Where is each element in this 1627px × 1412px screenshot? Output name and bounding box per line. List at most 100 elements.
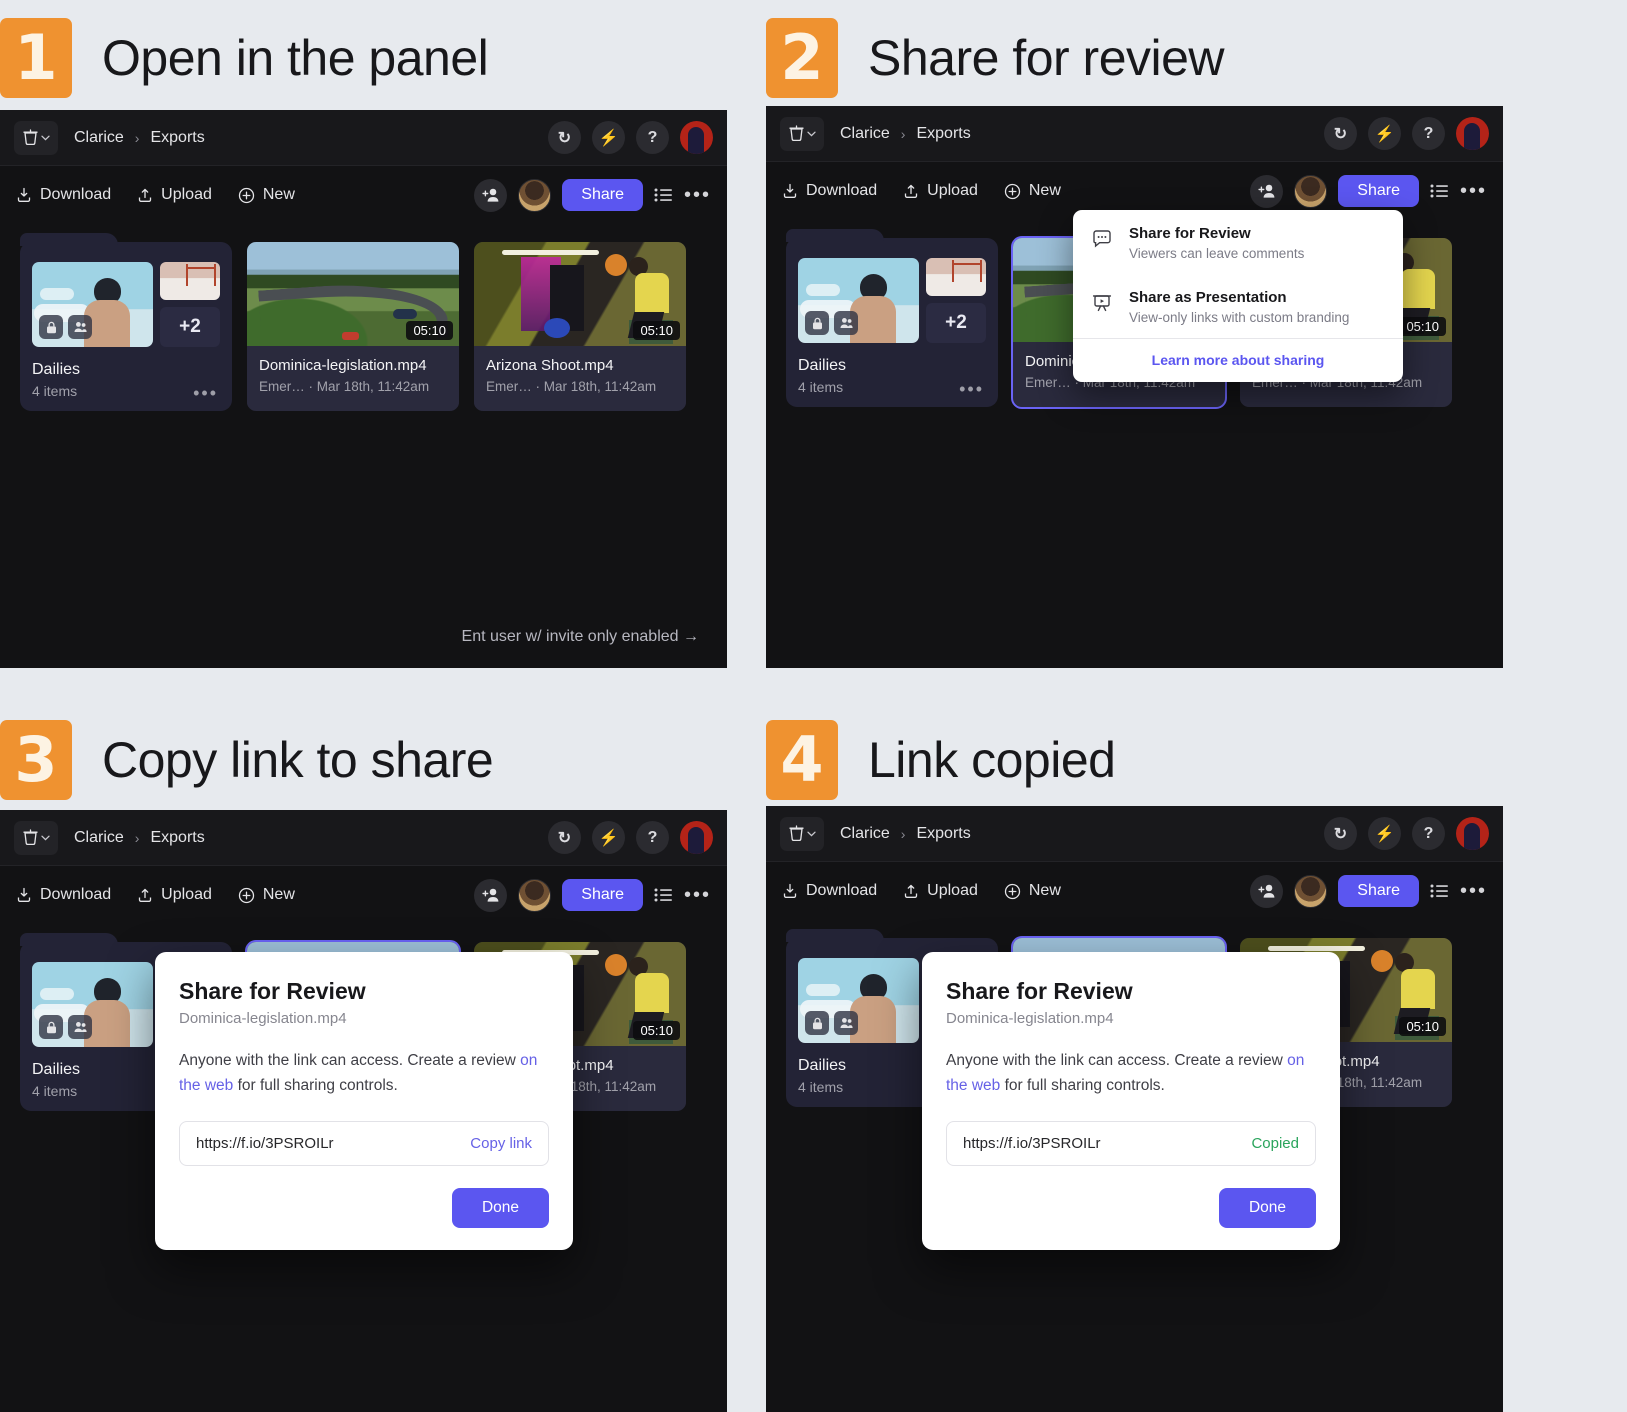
video-meta: Arizona Shoot.mp4 Emer… · Mar 18th, 11:4… bbox=[474, 346, 686, 407]
share-button[interactable]: Share bbox=[1338, 875, 1419, 907]
user-avatar[interactable] bbox=[1456, 117, 1489, 150]
workspace-switcher-button[interactable] bbox=[14, 120, 58, 155]
share-button[interactable]: Share bbox=[562, 879, 643, 911]
list-view-icon[interactable] bbox=[654, 887, 673, 903]
add-user-button[interactable] bbox=[474, 878, 508, 912]
breadcrumb-root[interactable]: Clarice bbox=[840, 125, 890, 143]
folder-side-thumbnails: +2 bbox=[159, 262, 220, 347]
new-button[interactable]: New bbox=[238, 186, 295, 204]
list-view-icon[interactable] bbox=[1430, 883, 1449, 899]
step-badge-3: 3 bbox=[0, 720, 72, 800]
folder-more-icon[interactable]: ••• bbox=[959, 380, 984, 398]
dropdown-item-share-as-presentation[interactable]: Share as Presentation View-only links wi… bbox=[1073, 274, 1403, 338]
video-meta: Dominica-legislation.mp4 Emer… · Mar 18t… bbox=[247, 346, 459, 407]
collaborator-avatar[interactable] bbox=[1294, 874, 1328, 908]
add-user-button[interactable] bbox=[1250, 174, 1284, 208]
breadcrumb-root[interactable]: Clarice bbox=[74, 129, 124, 147]
breadcrumb-root[interactable]: Clarice bbox=[840, 825, 890, 843]
download-button[interactable]: Download bbox=[782, 182, 877, 200]
add-user-button[interactable] bbox=[1250, 874, 1284, 908]
video-card-dominica[interactable]: 05:10 Dominica-legislation.mp4 Emer… · M… bbox=[247, 242, 459, 411]
breadcrumb: Clarice › Exports bbox=[74, 129, 205, 147]
new-label: New bbox=[262, 186, 295, 203]
toolbar-4: Download Upload New Share ••• bbox=[766, 862, 1503, 920]
new-button[interactable]: New bbox=[1004, 882, 1061, 900]
help-icon[interactable]: ? bbox=[1412, 117, 1445, 150]
add-user-button[interactable] bbox=[474, 178, 508, 212]
upload-label: Upload bbox=[161, 186, 212, 203]
share-link-field[interactable]: https://f.io/3PSROILr Copied bbox=[946, 1120, 1316, 1166]
folder-card-dailies[interactable]: +2 Dailies 4 items ••• bbox=[786, 229, 998, 407]
toolbar-1: Download Upload New Share ••• bbox=[0, 166, 727, 224]
video-card-arizona[interactable]: 05:10 Arizona Shoot.mp4 Emer… · Mar 18th… bbox=[474, 242, 686, 411]
workspace-switcher-button[interactable] bbox=[14, 820, 58, 855]
workspace-switcher-button[interactable] bbox=[780, 816, 824, 851]
refresh-icon[interactable]: ↻ bbox=[548, 121, 581, 154]
lightning-icon[interactable]: ⚡ bbox=[592, 121, 625, 154]
step-title-1: Open in the panel bbox=[102, 30, 489, 86]
user-avatar[interactable] bbox=[1456, 817, 1489, 850]
more-options-icon[interactable]: ••• bbox=[684, 185, 711, 205]
breadcrumb-separator-icon: › bbox=[134, 829, 140, 846]
video-subtitle: Emer… · Mar 18th, 11:42am bbox=[486, 379, 657, 394]
upload-icon bbox=[905, 184, 918, 198]
learn-more-link[interactable]: Learn more about sharing bbox=[1073, 339, 1403, 382]
download-button[interactable]: Download bbox=[16, 886, 111, 904]
share-link-field[interactable]: https://f.io/3PSROILr Copy link bbox=[179, 1120, 549, 1166]
upload-button[interactable]: Upload bbox=[903, 182, 978, 200]
breadcrumb-current[interactable]: Exports bbox=[150, 129, 204, 147]
breadcrumb-current[interactable]: Exports bbox=[916, 825, 970, 843]
folder-title: Dailies bbox=[32, 361, 81, 378]
more-options-icon[interactable]: ••• bbox=[684, 885, 711, 905]
folder-thumbnail-primary bbox=[32, 262, 153, 347]
share-button[interactable]: Share bbox=[562, 179, 643, 211]
plus-circle-icon bbox=[1004, 183, 1021, 199]
list-view-icon[interactable] bbox=[654, 187, 673, 203]
help-icon[interactable]: ? bbox=[636, 121, 669, 154]
breadcrumb-current[interactable]: Exports bbox=[150, 829, 204, 847]
upload-button[interactable]: Upload bbox=[903, 882, 978, 900]
toolbar-actions-1: Share ••• bbox=[474, 178, 711, 212]
refresh-icon[interactable]: ↻ bbox=[548, 821, 581, 854]
download-button[interactable]: Download bbox=[782, 882, 877, 900]
user-avatar[interactable] bbox=[680, 121, 713, 154]
user-avatar[interactable] bbox=[680, 821, 713, 854]
step-heading-3: 3 Copy link to share bbox=[0, 720, 494, 800]
done-button[interactable]: Done bbox=[451, 1187, 549, 1228]
collaborator-avatar[interactable] bbox=[518, 878, 552, 912]
app-window-3: Clarice › Exports ↻ ⚡ ? Download Upload … bbox=[0, 810, 727, 1412]
add-person-icon bbox=[1258, 184, 1275, 198]
modal-description-part2: for full sharing controls. bbox=[233, 1076, 398, 1094]
collaborator-avatar[interactable] bbox=[518, 178, 552, 212]
help-icon[interactable]: ? bbox=[636, 821, 669, 854]
lock-icon bbox=[39, 1015, 63, 1039]
refresh-icon[interactable]: ↻ bbox=[1324, 817, 1357, 850]
help-icon[interactable]: ? bbox=[1412, 817, 1445, 850]
done-button[interactable]: Done bbox=[1218, 1187, 1316, 1228]
share-button[interactable]: Share bbox=[1338, 175, 1419, 207]
collaborator-avatar[interactable] bbox=[1294, 174, 1328, 208]
workspace-switcher-button[interactable] bbox=[780, 116, 824, 151]
refresh-icon[interactable]: ↻ bbox=[1324, 117, 1357, 150]
breadcrumb-separator-icon: › bbox=[134, 129, 140, 146]
folder-more-icon[interactable]: ••• bbox=[193, 384, 218, 402]
breadcrumb-root[interactable]: Clarice bbox=[74, 829, 124, 847]
more-options-icon[interactable]: ••• bbox=[1460, 181, 1487, 201]
lightning-icon[interactable]: ⚡ bbox=[1368, 117, 1401, 150]
upload-label: Upload bbox=[927, 182, 978, 199]
dropdown-item-share-for-review[interactable]: Share for Review Viewers can leave comme… bbox=[1073, 210, 1403, 274]
new-button[interactable]: New bbox=[1004, 182, 1061, 200]
upload-button[interactable]: Upload bbox=[137, 886, 212, 904]
copy-link-button[interactable]: Copy link bbox=[470, 1135, 532, 1152]
share-for-review-modal: Share for Review Dominica-legislation.mp… bbox=[922, 952, 1340, 1250]
more-options-icon[interactable]: ••• bbox=[1460, 881, 1487, 901]
download-button[interactable]: Download bbox=[16, 186, 111, 204]
folder-card-dailies[interactable]: +2 Dailies 4 items ••• bbox=[20, 233, 232, 411]
breadcrumb-current[interactable]: Exports bbox=[916, 125, 970, 143]
download-icon bbox=[783, 183, 797, 198]
lightning-icon[interactable]: ⚡ bbox=[592, 821, 625, 854]
new-button[interactable]: New bbox=[238, 886, 295, 904]
upload-button[interactable]: Upload bbox=[137, 186, 212, 204]
lightning-icon[interactable]: ⚡ bbox=[1368, 817, 1401, 850]
list-view-icon[interactable] bbox=[1430, 183, 1449, 199]
